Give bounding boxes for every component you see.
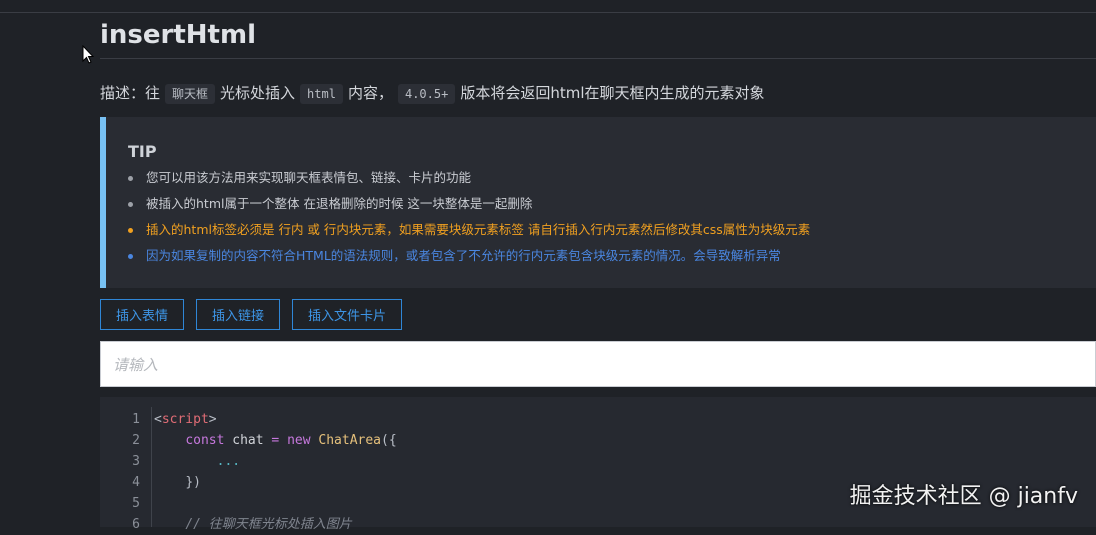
code-line: <script> bbox=[154, 409, 397, 430]
desc-mid2: 内容， bbox=[347, 84, 393, 102]
insert-link-button[interactable]: 插入链接 bbox=[196, 299, 281, 330]
code-line: ... bbox=[154, 451, 397, 472]
line-number: 5 bbox=[132, 496, 140, 511]
desc-code-chatbox: 聊天框 bbox=[165, 84, 216, 104]
tip-item-text: 被插入的html属于一个整体 在退格删除的时候 这一块整体是一起删除 bbox=[146, 196, 533, 211]
desc-mid1: 光标处插入 bbox=[220, 84, 296, 102]
line-numbers: 1 2 3 4 5 6 bbox=[100, 409, 140, 535]
desc-suffix: 版本将会返回html在聊天框内生成的元素对象 bbox=[460, 84, 765, 102]
token: ({ bbox=[381, 433, 397, 448]
tip-item: 被插入的html属于一个整体 在退格删除的时候 这一块整体是一起删除 bbox=[128, 195, 810, 221]
token: const bbox=[185, 433, 225, 448]
token: ChatArea bbox=[318, 433, 382, 448]
token: script bbox=[161, 412, 209, 427]
line-number: 3 bbox=[132, 454, 140, 469]
tip-item-warning: 插入的html标签必须是 行内 或 行内块元素，如果需要块级元素标签 请自行插入… bbox=[128, 221, 810, 247]
tip-item-text: 因为如果复制的内容不符合HTML的语法规则，或者包含了不允许的行内元素包含块级元… bbox=[146, 248, 781, 263]
bullet-icon bbox=[128, 254, 133, 259]
action-buttons: 插入表情 插入链接 插入文件卡片 bbox=[100, 299, 403, 330]
desc-code-version: 4.0.5+ bbox=[397, 84, 456, 104]
insert-emoji-button[interactable]: 插入表情 bbox=[100, 299, 185, 330]
tip-list: 您可以用该方法用来实现聊天框表情包、链接、卡片的功能 被插入的html属于一个整… bbox=[128, 169, 810, 273]
token: chat bbox=[224, 433, 272, 448]
bullet-icon bbox=[128, 202, 133, 207]
token: }) bbox=[185, 475, 201, 490]
bullet-icon bbox=[128, 176, 133, 181]
token: < bbox=[154, 412, 162, 427]
page-title: insertHtml bbox=[100, 20, 256, 50]
token: > bbox=[208, 412, 217, 427]
line-number: 2 bbox=[132, 433, 140, 448]
line-number: 6 bbox=[132, 517, 140, 532]
token: ... bbox=[216, 454, 241, 469]
tip-box: TIP 您可以用该方法用来实现聊天框表情包、链接、卡片的功能 被插入的html属… bbox=[100, 117, 1096, 288]
line-number: 1 bbox=[132, 412, 140, 427]
tip-title: TIP bbox=[128, 142, 157, 161]
token: = bbox=[271, 433, 288, 448]
insert-file-card-button[interactable]: 插入文件卡片 bbox=[292, 299, 403, 330]
desc-code-html: html bbox=[300, 84, 343, 104]
title-divider bbox=[100, 58, 1096, 59]
tip-item: 您可以用该方法用来实现聊天框表情包、链接、卡片的功能 bbox=[128, 169, 810, 195]
mouse-pointer-icon bbox=[82, 45, 94, 64]
code-line: const chat = new ChatArea({ bbox=[154, 430, 397, 451]
gutter-divider bbox=[151, 407, 152, 527]
chat-input[interactable]: 请输入 bbox=[100, 341, 1096, 387]
desc-prefix: 描述：往 bbox=[100, 84, 161, 102]
code-line: }) bbox=[154, 472, 397, 493]
tip-item-text: 您可以用该方法用来实现聊天框表情包、链接、卡片的功能 bbox=[146, 170, 472, 185]
tip-item-info: 因为如果复制的内容不符合HTML的语法规则，或者包含了不允许的行内元素包含块级元… bbox=[128, 247, 810, 273]
code-lines: <script> const chat = new ChatArea({ ...… bbox=[154, 409, 397, 535]
watermark: 掘金技术社区 @ jianfv bbox=[849, 484, 1078, 509]
bullet-icon bbox=[128, 228, 133, 233]
code-line: // 往聊天框光标处插入图片 bbox=[154, 514, 397, 535]
description: 描述：往 聊天框 光标处插入 html 内容， 4.0.5+ 版本将会返回html在聊天框内… bbox=[100, 82, 765, 104]
token: new bbox=[287, 433, 319, 448]
top-divider bbox=[0, 12, 1096, 13]
token: // 往聊天框光标处插入图片 bbox=[185, 517, 352, 532]
tip-item-text: 插入的html标签必须是 行内 或 行内块元素，如果需要块级元素标签 请自行插入… bbox=[146, 222, 811, 237]
line-number: 4 bbox=[132, 475, 140, 490]
